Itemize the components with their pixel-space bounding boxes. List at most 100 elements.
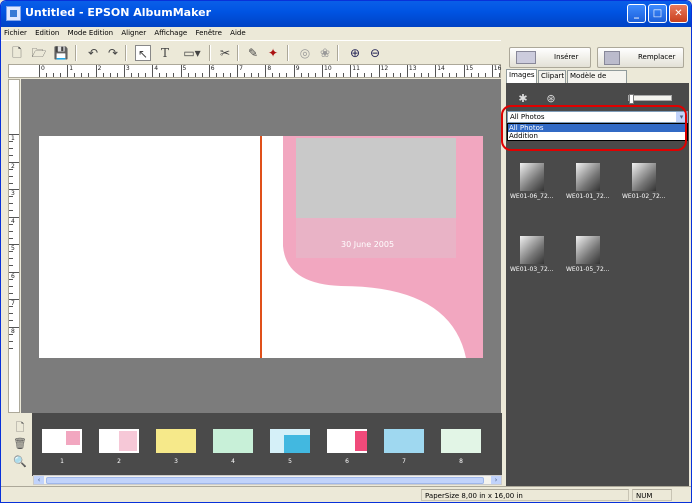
scroll-right-arrow[interactable]: › (491, 476, 501, 484)
ruler-tick (46, 73, 47, 77)
photo-thumb[interactable]: WE01-01_72... (566, 163, 610, 201)
ruler-label: 5 (182, 65, 187, 72)
tab-page-template[interactable]: Modèle de page (567, 70, 627, 91)
ruler-tick (435, 65, 437, 77)
ruler-tick (314, 73, 316, 77)
edit-photo-icon[interactable]: ✎ (245, 45, 261, 61)
ruler-tick (350, 65, 352, 77)
new-icon[interactable]: 🗋 (9, 45, 25, 61)
page-canvas[interactable]: 30 June 2005 (21, 79, 501, 413)
page-number: 5 (288, 458, 292, 465)
photo-thumb[interactable]: WE01-03_72... (510, 236, 554, 274)
scroll-thumb[interactable] (46, 477, 484, 484)
ruler-tick (293, 65, 295, 77)
thumbnail-size-slider[interactable] (628, 94, 672, 104)
close-button[interactable]: ✕ (669, 4, 688, 23)
photo-label: WE01-01_72... (566, 193, 610, 200)
replace-button[interactable]: Remplacer (597, 47, 684, 68)
toolbar-separator (237, 45, 239, 61)
page-thumb-4[interactable]: 4 (213, 429, 253, 465)
ruler-tick (399, 73, 401, 77)
ruler-tick (9, 196, 13, 197)
select-arrow-icon[interactable]: ↖ (135, 45, 151, 61)
menu-aide[interactable]: Aide (227, 27, 248, 40)
ruler-tick (300, 73, 302, 77)
photo-thumb[interactable]: WE01-05_72... (566, 236, 610, 274)
save-icon[interactable]: 💾 (53, 45, 69, 61)
menu-edition[interactable]: Edition (32, 27, 62, 40)
menu-aligner[interactable]: Aligner (118, 27, 149, 40)
ruler-tick (102, 73, 104, 77)
ruler-tick (9, 347, 13, 349)
ruler-tick (343, 73, 344, 77)
ruler-tick (67, 65, 69, 77)
scroll-left-arrow[interactable]: ‹ (34, 476, 44, 484)
ruler-label: 11 (352, 65, 360, 72)
open-icon[interactable]: 🗁 (31, 45, 47, 61)
camera-icon[interactable]: ⊛ (544, 92, 558, 106)
text-icon[interactable]: T (157, 45, 173, 61)
ruler-tick (116, 73, 118, 77)
ruler-label: 6 (210, 65, 215, 72)
delete-page-icon[interactable]: 🗑 (13, 437, 27, 451)
menu-fichier[interactable]: Fichier (1, 27, 30, 40)
ruler-tick (9, 265, 13, 266)
undo-icon[interactable]: ↶ (85, 45, 101, 61)
magic-icon[interactable]: ✦ (265, 45, 281, 61)
scanner-icon (516, 51, 536, 64)
disabled-tool-icon: ◎ (299, 46, 311, 60)
ruler-tick (279, 73, 281, 77)
menu-affichage[interactable]: Affichage (151, 27, 190, 40)
ruler-tick (463, 65, 465, 77)
main-toolbar: 🗋 🗁 💾 ↶ ↷ ↖ T ▭▾ ✂ ✎ ✦ ◎ ❀ ⊕ ⊖ (1, 40, 501, 64)
page-thumb-7[interactable]: 7 (384, 429, 424, 465)
page-thumb-8[interactable]: 8 (441, 429, 481, 465)
toolbar-separator (287, 45, 289, 61)
redo-icon[interactable]: ↷ (105, 45, 121, 61)
menu-mode-edition[interactable]: Mode Edition (65, 27, 117, 40)
ruler-label: 16 (493, 65, 502, 72)
page-thumb-5[interactable]: 5 (270, 429, 310, 465)
ruler-tick (392, 73, 394, 77)
slider-knob[interactable] (629, 94, 634, 104)
page-thumb-3[interactable]: 3 (156, 429, 196, 465)
page-thumb-2[interactable]: 2 (99, 429, 139, 465)
photo-thumb[interactable]: WE01-02_72... (622, 163, 666, 201)
page-thumb-6[interactable]: 6 (327, 429, 367, 465)
maximize-button[interactable]: □ (648, 4, 667, 23)
status-bar: PaperSize 8,00 in x 16,00 in NUM (1, 486, 691, 502)
crop-icon[interactable]: ✂ (217, 45, 233, 61)
left-page[interactable] (39, 136, 261, 358)
ruler-tick (442, 73, 444, 77)
page-number: 7 (402, 458, 406, 465)
page-thumb-1[interactable]: 1 (42, 429, 82, 465)
vertical-ruler: 12345678 (8, 79, 20, 413)
ruler-tick (123, 65, 125, 77)
tab-clipart[interactable]: Clipart (538, 70, 566, 83)
ruler-tick (9, 271, 19, 273)
minimize-button[interactable]: _ (627, 4, 646, 23)
ruler-tick (427, 73, 429, 77)
add-page-icon[interactable]: 🗋 (13, 419, 27, 434)
zoom-in-icon[interactable]: ⊕ (347, 45, 363, 61)
zoom-out-icon[interactable]: ⊖ (367, 45, 383, 61)
ruler-tick (470, 73, 472, 77)
tab-images[interactable]: Images (506, 69, 537, 83)
photo-thumb[interactable]: WE01-06_72... (510, 163, 554, 201)
menu-fenetre[interactable]: Fenêtre (192, 27, 224, 40)
ruler-tick (491, 65, 493, 77)
ruler-tick (322, 65, 323, 77)
right-page[interactable]: 30 June 2005 (261, 136, 483, 358)
shape-icon[interactable]: ▭▾ (179, 45, 205, 61)
settings-icon[interactable]: ✱ (516, 92, 530, 106)
preview-icon[interactable]: 🔍 (13, 455, 27, 469)
ruler-tick (109, 73, 111, 77)
ruler-label: 15 (465, 65, 474, 72)
page-number: 8 (459, 458, 463, 465)
ruler-tick (385, 73, 387, 77)
date-text[interactable]: 30 June 2005 (341, 240, 394, 249)
ruler-tick (9, 285, 13, 287)
thumbnail-scrollbar[interactable]: ‹ › (33, 475, 502, 485)
insert-button[interactable]: Insérer (509, 47, 591, 68)
photo-image (520, 236, 544, 264)
